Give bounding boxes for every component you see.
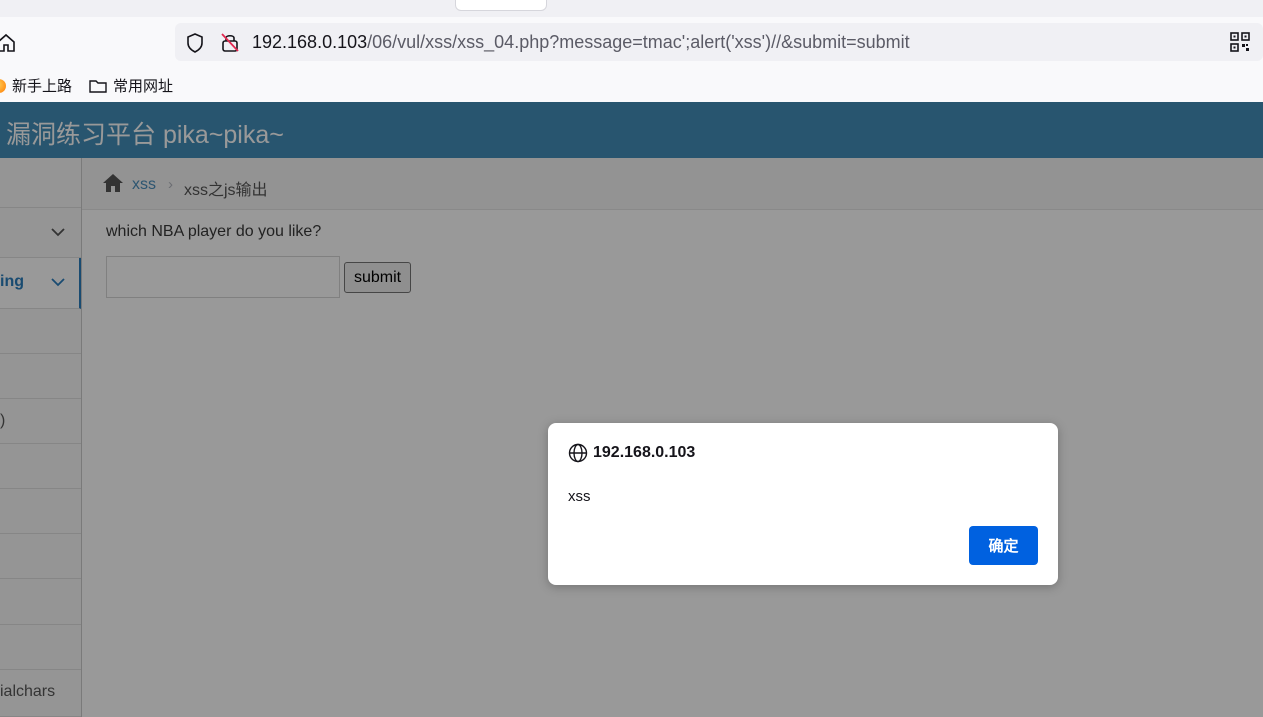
alert-dialog: 192.168.0.103 xss 确定 [548, 423, 1058, 585]
bookmark-label: 常用网址 [113, 78, 174, 95]
bookmark-getting-started[interactable]: 新手上路 [0, 75, 72, 96]
url-path: /06/vul/xss/xss_04.php?message=tmac';ale… [367, 32, 910, 52]
ok-button[interactable]: 确定 [969, 526, 1038, 565]
address-bar[interactable]: 192.168.0.103/06/vul/xss/xss_04.php?mess… [175, 23, 1263, 61]
modal-overlay [0, 102, 1263, 717]
home-icon[interactable] [0, 31, 18, 55]
globe-icon [568, 443, 588, 463]
url-text[interactable]: 192.168.0.103/06/vul/xss/xss_04.php?mess… [252, 32, 910, 53]
shield-icon[interactable] [185, 32, 205, 54]
bookmarks-bar: 新手上路 常用网址 [0, 67, 1263, 102]
firefox-icon [0, 78, 6, 93]
bookmark-folder-common[interactable]: 常用网址 [89, 75, 173, 96]
bookmark-label: 新手上路 [12, 78, 73, 95]
browser-tab[interactable] [455, 0, 547, 11]
insecure-lock-icon[interactable] [219, 31, 241, 53]
dialog-message: xss [568, 488, 591, 505]
url-host: 192.168.0.103 [252, 32, 368, 52]
navigation-bar: 192.168.0.103/06/vul/xss/xss_04.php?mess… [0, 17, 1263, 67]
qr-code-icon[interactable] [1230, 32, 1250, 52]
tab-strip [0, 0, 1263, 17]
folder-icon [89, 79, 107, 93]
dialog-origin: 192.168.0.103 [593, 444, 696, 461]
